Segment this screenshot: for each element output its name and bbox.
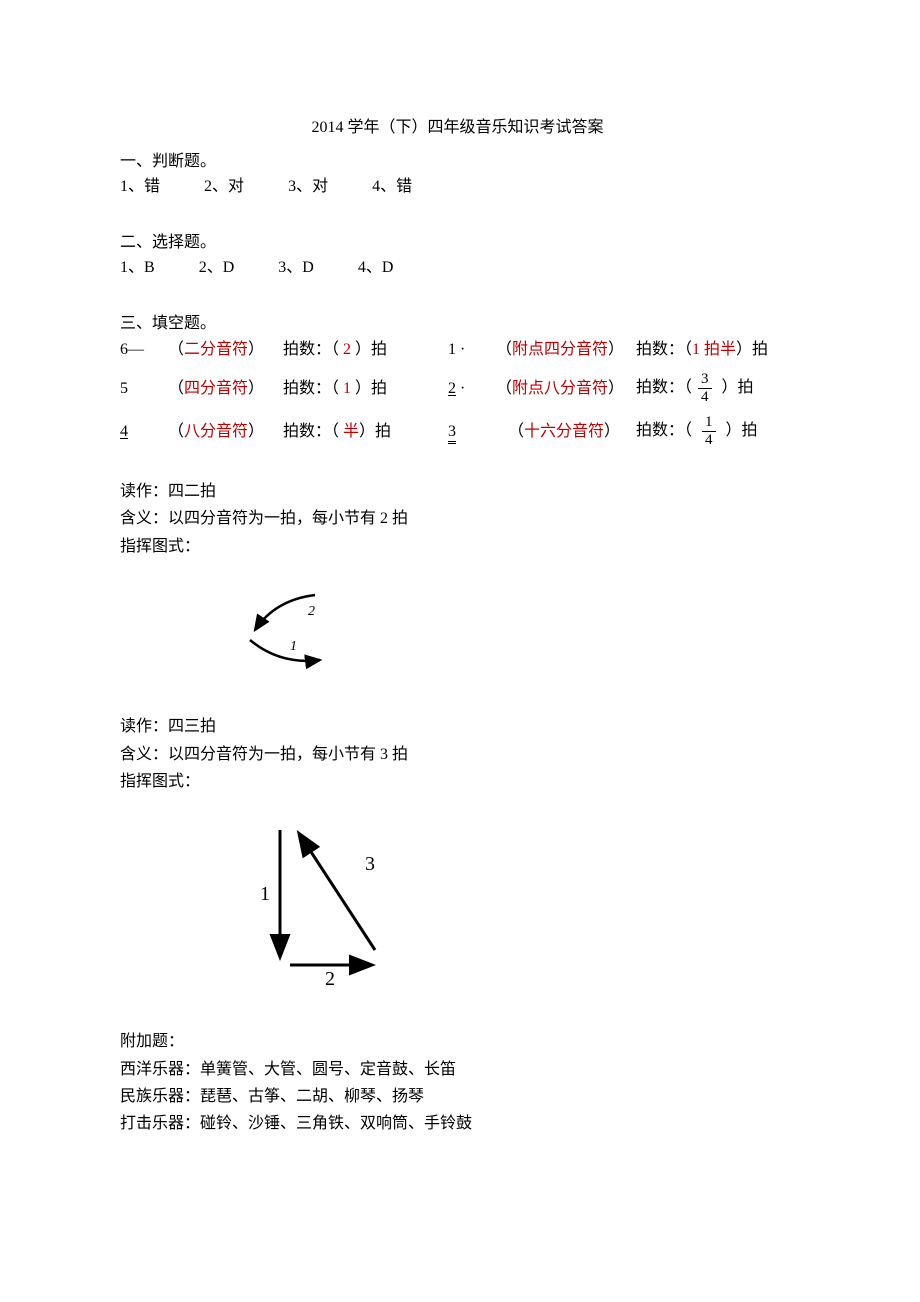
note-left-1: 5 (120, 376, 168, 402)
beats-val-l2: 半 (343, 423, 359, 440)
svg-text:1: 1 (290, 639, 297, 654)
s2-num-3: 4、 (358, 259, 382, 276)
s2-num-1: 2、 (199, 259, 223, 276)
beats-post-r1: ）拍 (722, 379, 754, 396)
meter2-pattern: 指挥图式： (120, 768, 795, 795)
name-right-0: 附点四分音符 (512, 341, 608, 358)
note-left-2: 4 (120, 423, 128, 440)
meter1-meaning: 含义：以四分音符为一拍，每小节有 2 拍 (120, 505, 795, 532)
beats-pre-r0: 拍数：（ (636, 341, 692, 358)
meter2-meaning: 含义：以四分音符为一拍，每小节有 3 拍 (120, 741, 795, 768)
note-right-1-suf: · (456, 380, 465, 397)
name-left-2: 八分音符 (184, 423, 248, 440)
s1-num-1: 2、 (204, 178, 228, 195)
svg-text:1: 1 (260, 883, 270, 905)
meter1-diagram: 1 2 (220, 575, 795, 684)
name-left-0: 二分音符 (184, 341, 248, 358)
fill-row-0: 6— （二分音符） 拍数：（ 2 ）拍 1 · （附点四分音符） 拍数：（1 拍… (120, 337, 795, 363)
extra-line-1: 民族乐器：琵琶、古筝、二胡、柳琴、扬琴 (120, 1083, 795, 1110)
meter1-block: 读作：四二拍 含义：以四分音符为一拍，每小节有 2 拍 指挥图式： 1 2 (120, 478, 795, 683)
s1-ans-1: 对 (228, 178, 244, 195)
fill-row-2: 4 （八分音符） 拍数：（ 半）拍 3 （十六分音符） 拍数：（ 14 ）拍 (120, 415, 795, 448)
svg-text:2: 2 (308, 604, 315, 619)
note-right-0: 1 · (448, 337, 496, 363)
meter1-read: 读作：四二拍 (120, 478, 795, 505)
s2-ans-0: B (144, 259, 155, 276)
meter2-read: 读作：四三拍 (120, 713, 795, 740)
beats-post-r2: ）拍 (726, 422, 758, 439)
beats-pre-l1: 拍数：（ (283, 380, 343, 397)
beats-val-l1: 1 (343, 380, 351, 397)
extra-line-0: 西洋乐器：单簧管、大管、圆号、定音鼓、长笛 (120, 1056, 795, 1083)
beats-pre-l0: 拍数：（ (283, 341, 343, 358)
beats-pre-r2: 拍数：（ (636, 422, 692, 439)
svg-text:3: 3 (365, 853, 375, 875)
beats-post-l0: ）拍 (351, 341, 387, 358)
beats-post-r0: ）拍 (736, 341, 768, 358)
section2-answers: 1、B 2、D 3、D 4、D (120, 255, 795, 281)
extra-block: 附加题： 西洋乐器：单簧管、大管、圆号、定音鼓、长笛 民族乐器：琵琶、古筝、二胡… (120, 1028, 795, 1137)
beats-post-l2: ）拍 (359, 423, 391, 440)
fill-row-1: 5 （四分音符） 拍数：（ 1 ）拍 2 · （附点八分音符） 拍数：（ 34 … (120, 372, 795, 405)
page-title: 2014 学年（下）四年级音乐知识考试答案 (120, 115, 795, 141)
extra-header: 附加题： (120, 1028, 795, 1055)
note-right-1: 2 (448, 380, 456, 397)
name-right-1: 附点八分音符 (512, 380, 608, 397)
s2-ans-1: D (223, 259, 235, 276)
extra-line-2: 打击乐器：碰铃、沙锤、三角铁、双响筒、手铃鼓 (120, 1110, 795, 1137)
beats-pre-r1: 拍数：（ (636, 379, 692, 396)
s2-ans-2: D (302, 259, 314, 276)
svg-text:2: 2 (325, 968, 335, 990)
s2-num-2: 3、 (278, 259, 302, 276)
s1-ans-2: 对 (312, 178, 328, 195)
beats-val-r0: 1 拍半 (692, 341, 736, 358)
section2-header: 二、选择题。 (120, 230, 795, 256)
s1-num-0: 1、 (120, 178, 144, 195)
s1-num-3: 4、 (372, 178, 396, 195)
s2-ans-3: D (382, 259, 394, 276)
frac-r2: 14 (702, 415, 716, 448)
name-right-2: 十六分音符 (524, 423, 604, 440)
s1-ans-0: 错 (144, 178, 160, 195)
section3-header: 三、填空题。 (120, 311, 795, 337)
beats-val-l0: 2 (343, 341, 351, 358)
beats-pre-l2: 拍数：（ (283, 423, 343, 440)
note-right-2: 3 (448, 424, 456, 444)
meter2-block: 读作：四三拍 含义：以四分音符为一拍，每小节有 3 拍 指挥图式： 1 2 3 (120, 713, 795, 998)
meter2-diagram: 1 2 3 (220, 810, 795, 999)
name-left-1: 四分音符 (184, 380, 248, 397)
s1-num-2: 3、 (288, 178, 312, 195)
section1-header: 一、判断题。 (120, 149, 795, 175)
s1-ans-3: 错 (396, 178, 412, 195)
note-left-0: 6— (120, 337, 168, 363)
meter1-pattern: 指挥图式： (120, 533, 795, 560)
frac-r1: 34 (698, 372, 712, 405)
s2-num-0: 1、 (120, 259, 144, 276)
beats-post-l1: ）拍 (351, 380, 387, 397)
section1-answers: 1、错 2、对 3、对 4、错 (120, 174, 795, 200)
